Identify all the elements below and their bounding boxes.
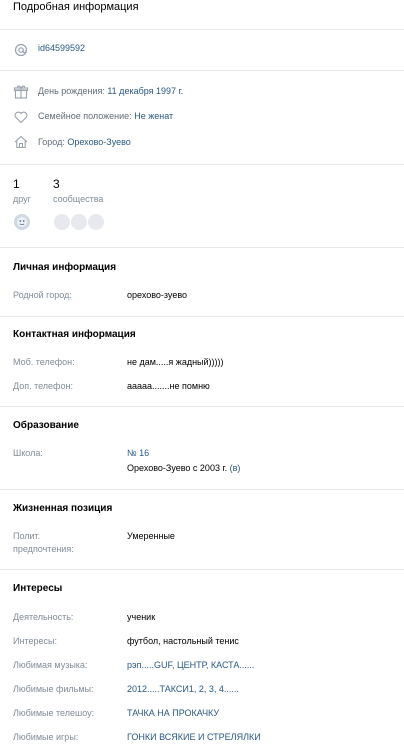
gift-icon <box>13 84 29 100</box>
interest-value-link[interactable]: ТАЧКА НА ПРОКАЧКУ <box>127 706 219 720</box>
interest-label: Любимые игры: <box>13 732 79 742</box>
friends-count[interactable]: 1 <box>13 177 20 191</box>
heart-icon <box>13 109 29 125</box>
friends-label[interactable]: друг <box>13 194 31 204</box>
interest-label: Любимая музыка: <box>13 660 88 670</box>
school-label: Школа: <box>13 448 43 458</box>
divider <box>0 247 404 248</box>
communities-count[interactable]: 3 <box>53 177 60 191</box>
mobile-phone-label: Моб. телефон: <box>13 357 75 367</box>
interest-value-link[interactable]: 2012.....ТАКСИ1, 2, 3, 4...... <box>127 682 239 696</box>
home-icon <box>13 134 29 150</box>
divider <box>0 489 404 490</box>
section-heading-life-position: Жизненная позиция <box>13 503 113 514</box>
extra-phone-value: ааааа.......не помню <box>127 381 210 391</box>
community-avatar[interactable] <box>53 213 71 231</box>
hometown-label: Родной город: <box>13 290 72 300</box>
interest-value: футбол, настольный тенис <box>127 636 239 646</box>
interest-value-link[interactable]: ГОНКИ ВСЯКИЕ И СТРЕЛЯЛКИ <box>127 730 261 744</box>
interest-label: Интересы: <box>13 636 57 646</box>
friend-avatar[interactable] <box>13 213 31 231</box>
birthday-label: День рождения: <box>38 86 105 96</box>
family-label: Семейное положение: <box>38 111 132 121</box>
divider <box>0 29 404 30</box>
politics-label-line2: предпочтения: <box>13 544 74 554</box>
city-row: Город: Орехово-Зуево <box>38 137 131 147</box>
family-row: Семейное положение: Не женат <box>38 111 173 121</box>
mobile-phone-value: не дам.....я жадный))))) <box>127 357 224 367</box>
city-value[interactable]: Орехово-Зуево <box>67 137 130 147</box>
school-link[interactable]: № 16 <box>127 446 149 460</box>
family-value[interactable]: Не женат <box>134 111 173 121</box>
section-heading-interests: Интересы <box>13 583 63 594</box>
profile-id-link[interactable]: id64599592 <box>38 43 85 53</box>
extra-phone-label: Доп. телефон: <box>13 381 73 391</box>
divider <box>0 406 404 407</box>
page-title: Подробная информация <box>13 1 139 13</box>
interest-label: Деятельность: <box>13 612 74 622</box>
school-detail-link[interactable]: (в) <box>230 463 241 473</box>
interest-label: Любимые фильмы: <box>13 684 94 694</box>
community-avatar[interactable] <box>87 213 105 231</box>
community-avatar[interactable] <box>70 213 88 231</box>
section-heading-contacts: Контактная информация <box>13 329 136 340</box>
interest-label: Любимые телешоу: <box>13 708 95 718</box>
school-detail: Орехово-Зуево с 2003 г. (в) <box>127 461 240 475</box>
politics-label-line1: Полит. <box>13 531 41 541</box>
section-heading-education: Образование <box>13 420 79 431</box>
birthday-row: День рождения: 11 декабря 1997 г. <box>38 86 183 96</box>
interest-value: ученик <box>127 612 156 622</box>
hometown-value: орехово-зуево <box>127 290 188 300</box>
school-detail-text: Орехово-Зуево с 2003 г. <box>127 463 228 473</box>
divider <box>0 569 404 570</box>
communities-label[interactable]: сообщества <box>53 194 103 204</box>
politics-value: Умеренные <box>127 531 175 541</box>
divider <box>0 316 404 317</box>
city-label: Город: <box>38 137 65 147</box>
at-icon <box>13 42 29 58</box>
interest-value-link[interactable]: рэп.....GUF, ЦЕНТР, КАСТА...... <box>127 658 254 672</box>
section-heading-personal: Личная информация <box>13 262 117 273</box>
divider <box>0 164 404 165</box>
divider <box>0 70 404 71</box>
birthday-value[interactable]: 11 декабря 1997 г. <box>107 86 183 96</box>
